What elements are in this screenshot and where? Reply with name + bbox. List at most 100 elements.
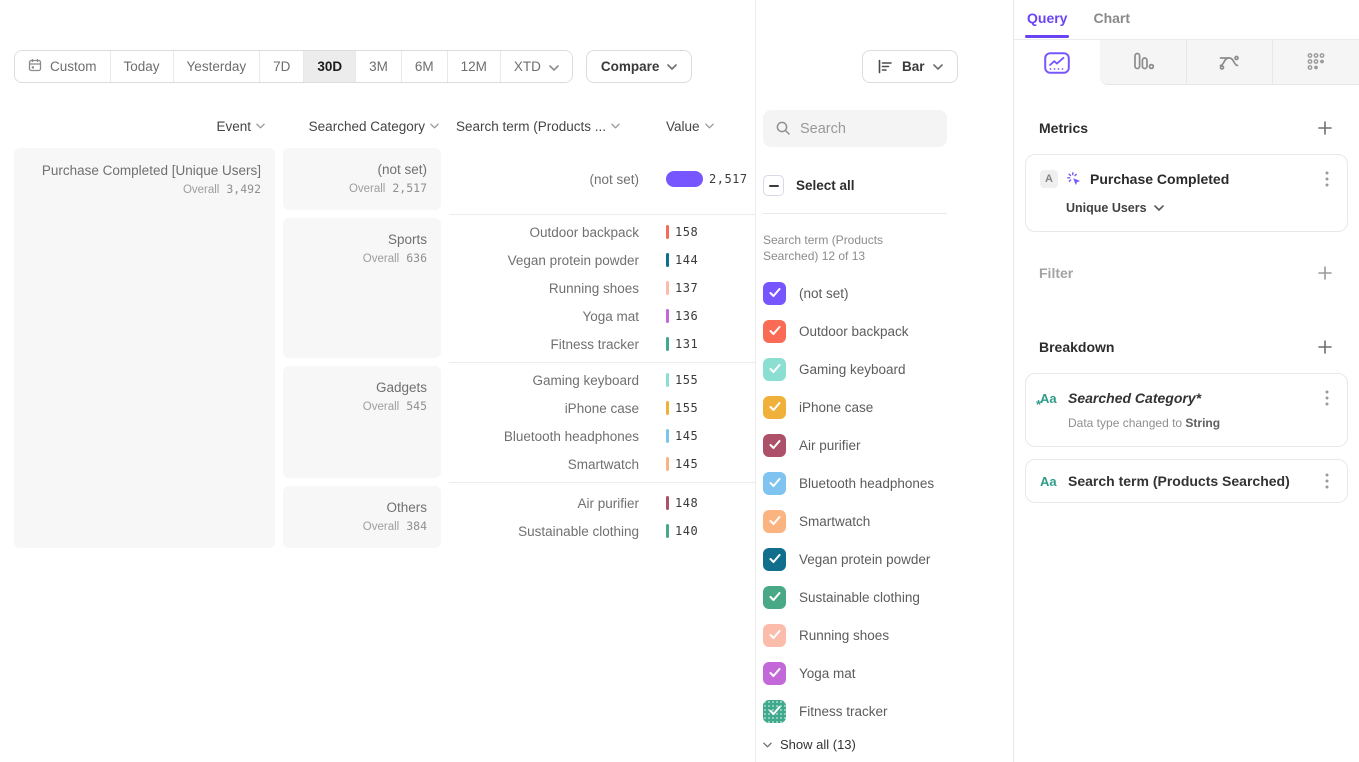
legend-search [763,110,947,147]
date-range-12m[interactable]: 12M [447,51,500,82]
legend-item-label: Sustainable clothing [799,590,920,605]
legend-item[interactable]: Sustainable clothing [763,585,946,609]
view-tab-insights[interactable] [1014,40,1100,85]
breakdown-property-row[interactable]: Aa Search term (Products Searched) [1040,471,1333,491]
checkbox-checked-icon[interactable] [763,358,786,381]
view-tab-retention[interactable] [1272,40,1359,85]
show-all-button[interactable]: Show all (13) [763,737,946,752]
toolbar: Custom Today Yesterday [14,50,692,83]
date-range-6m[interactable]: 6M [401,51,447,82]
view-tab-flows[interactable] [1186,40,1273,85]
date-range-7d[interactable]: 7D [259,51,303,82]
date-range-custom[interactable]: Custom [15,51,110,82]
category-card[interactable]: (not set) Overall2,517 [283,148,441,210]
event-overall: Overall3,492 [28,182,261,196]
date-range-label: 30D [317,59,342,74]
term-row[interactable]: Running shoes 137 [449,274,755,302]
term-row[interactable]: Smartwatch 145 [449,450,755,478]
breakdown-property-row[interactable]: Aa* Searched Category* [1040,388,1333,408]
plus-icon [1318,121,1332,135]
category-name: Gadgets [297,379,427,397]
term-row[interactable]: Yoga mat 136 [449,302,755,330]
checkbox-checked-icon[interactable] [763,282,786,305]
chevron-down-icon [430,123,439,129]
legend-item[interactable]: iPhone case [763,395,946,419]
legend-item-label: Gaming keyboard [799,362,906,377]
breakdown-group: Gadgets Overall545 Gaming keyboard 155 i… [283,366,755,478]
category-overall: Overall545 [297,399,427,413]
term-row[interactable]: Gaming keyboard 155 [449,366,755,394]
checkbox-checked-icon[interactable] [763,624,786,647]
legend-list: (not set) Outdoor backpack Gaming keyboa… [763,281,946,723]
legend-item[interactable]: Smartwatch [763,509,946,533]
date-range-today[interactable]: Today [110,51,173,82]
metric-card: A Purchase Completed Unique Users [1025,154,1348,232]
metric-event-name: Purchase Completed [1090,171,1313,187]
compare-button[interactable]: Compare [586,50,693,83]
column-header-search-term[interactable]: Search term (Products ... [449,119,620,134]
date-range-30d[interactable]: 30D [303,51,355,82]
term-row[interactable]: Vegan protein powder 144 [449,246,755,274]
metric-options-button[interactable] [1321,169,1333,189]
legend-item[interactable]: Bluetooth headphones [763,471,946,495]
tab-chart[interactable]: Chart [1093,10,1130,38]
term-row[interactable]: Outdoor backpack 158 [449,218,755,246]
add-metric-button[interactable] [1316,119,1334,137]
term-row[interactable]: Bluetooth headphones 145 [449,422,755,450]
add-breakdown-button[interactable] [1316,338,1334,356]
value-cell: 137 [653,281,755,295]
chevron-down-icon [705,123,714,129]
breakdown-options-button[interactable] [1321,471,1333,491]
legend-item[interactable]: Fitness tracker [763,699,946,723]
checkbox-checked-icon[interactable] [763,320,786,343]
category-card[interactable]: Gadgets Overall545 [283,366,441,478]
checkbox-checked-icon[interactable] [763,700,786,723]
legend-item[interactable]: (not set) [763,281,946,305]
legend-item[interactable]: Outdoor backpack [763,319,946,343]
tab-query[interactable]: Query [1027,10,1067,38]
legend-item-label: iPhone case [799,400,873,415]
category-card[interactable]: Others Overall384 [283,486,441,548]
term-row[interactable]: Fitness tracker 131 [449,330,755,358]
term-label: Running shoes [449,281,653,296]
legend-item[interactable]: Air purifier [763,433,946,457]
checkbox-checked-icon[interactable] [763,510,786,533]
legend-item[interactable]: Vegan protein powder [763,547,946,571]
legend-item-label: Bluetooth headphones [799,476,934,491]
select-all-toggle[interactable]: Select all [763,175,946,196]
term-value: 131 [675,337,698,351]
breakdown-options-button[interactable] [1321,388,1333,408]
category-overall: Overall384 [297,519,427,533]
legend-item-label: Air purifier [799,438,861,453]
value-bar [666,309,669,323]
date-range-yesterday[interactable]: Yesterday [173,51,260,82]
term-row[interactable]: iPhone case 155 [449,394,755,422]
checkbox-indeterminate-icon[interactable] [763,175,784,196]
term-row[interactable]: Air purifier 148 [449,489,755,517]
metric-event-row[interactable]: A Purchase Completed [1040,169,1333,189]
checkbox-checked-icon[interactable] [763,586,786,609]
legend-item[interactable]: Yoga mat [763,661,946,685]
date-range-xtd[interactable]: XTD [500,51,572,82]
measurement-dropdown[interactable]: Unique Users [1066,201,1333,215]
checkbox-checked-icon[interactable] [763,472,786,495]
legend-item[interactable]: Running shoes [763,623,946,647]
table-header: Event Searched Category Search term (Pro… [14,112,755,140]
add-filter-button[interactable] [1316,264,1334,282]
date-range-3m[interactable]: 3M [355,51,401,82]
checkbox-checked-icon[interactable] [763,548,786,571]
legend-item[interactable]: Gaming keyboard [763,357,946,381]
view-tab-bar-chart[interactable] [1100,40,1186,85]
column-header-category[interactable]: Searched Category [283,119,441,134]
event-card[interactable]: Purchase Completed [Unique Users] Overal… [14,148,275,548]
column-header-value[interactable]: Value [653,119,755,134]
column-header-event[interactable]: Event [14,119,275,134]
checkbox-checked-icon[interactable] [763,662,786,685]
category-card[interactable]: Sports Overall636 [283,218,441,358]
checkbox-checked-icon[interactable] [763,434,786,457]
breakdown-section-title: Breakdown [1039,339,1114,355]
legend-item-label: Fitness tracker [799,704,888,719]
checkbox-checked-icon[interactable] [763,396,786,419]
term-row[interactable]: (not set) 2,517 [449,165,755,193]
term-row[interactable]: Sustainable clothing 140 [449,517,755,545]
